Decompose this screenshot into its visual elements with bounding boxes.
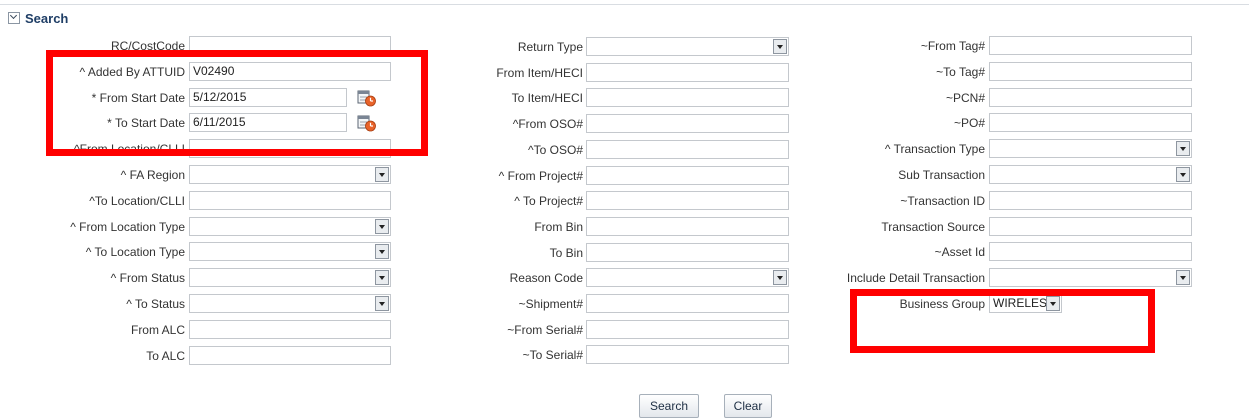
transaction-source-input[interactable] [989, 216, 1192, 236]
collapse-toggle-icon[interactable] [8, 12, 20, 24]
form-row-sub-transaction: Sub Transaction [0, 164, 1249, 186]
field-label: ~To Tag# [936, 64, 985, 79]
field-label: Sub Transaction [898, 168, 985, 182]
include-detail-transaction-select[interactable] [989, 268, 1192, 288]
form-row-transaction-id: ~Transaction ID [0, 190, 1249, 212]
field-label: ~PCN# [945, 90, 985, 105]
asset-id-input[interactable] [989, 242, 1192, 262]
field-label: ~To Serial# [522, 348, 583, 363]
field-label: Transaction Source [881, 219, 985, 234]
transaction-id-input[interactable] [989, 190, 1192, 210]
field-label: ~From Tag# [920, 39, 985, 53]
section-title: Search [25, 10, 69, 26]
field-label: ~Transaction ID [900, 193, 985, 208]
form-row-asset-id: ~Asset Id [0, 241, 1249, 263]
from-serial-input[interactable] [586, 319, 789, 339]
to-serial-input[interactable] [586, 345, 789, 365]
field-label: ^ Transaction Type [884, 142, 985, 157]
field-label: Include Detail Transaction [846, 271, 985, 286]
field-label: ~PO# [953, 116, 985, 131]
from-tag-input[interactable] [989, 36, 1192, 55]
dropdown-arrow-icon[interactable] [1176, 270, 1190, 286]
dropdown-arrow-icon[interactable] [1176, 167, 1190, 182]
form-row-include-detail-transaction: Include Detail Transaction [0, 267, 1249, 289]
annotation-box-dates [46, 50, 428, 156]
to-tag-input[interactable] [989, 61, 1192, 81]
field-label: ~Asset Id [934, 245, 985, 260]
annotation-box-business-group [850, 289, 1155, 353]
sub-transaction-select[interactable] [989, 165, 1192, 184]
transaction-type-select[interactable] [989, 139, 1192, 159]
clear-button[interactable]: Clear [724, 394, 772, 418]
pcn-input[interactable] [989, 87, 1192, 107]
field-label: ~From Serial# [507, 322, 583, 337]
search-button[interactable]: Search [639, 394, 699, 418]
dropdown-arrow-icon[interactable] [1176, 141, 1190, 157]
top-divider [0, 4, 1249, 5]
po-input[interactable] [989, 113, 1192, 133]
form-row-transaction-source: Transaction Source [0, 216, 1249, 238]
search-section-header[interactable]: Search [8, 8, 68, 28]
